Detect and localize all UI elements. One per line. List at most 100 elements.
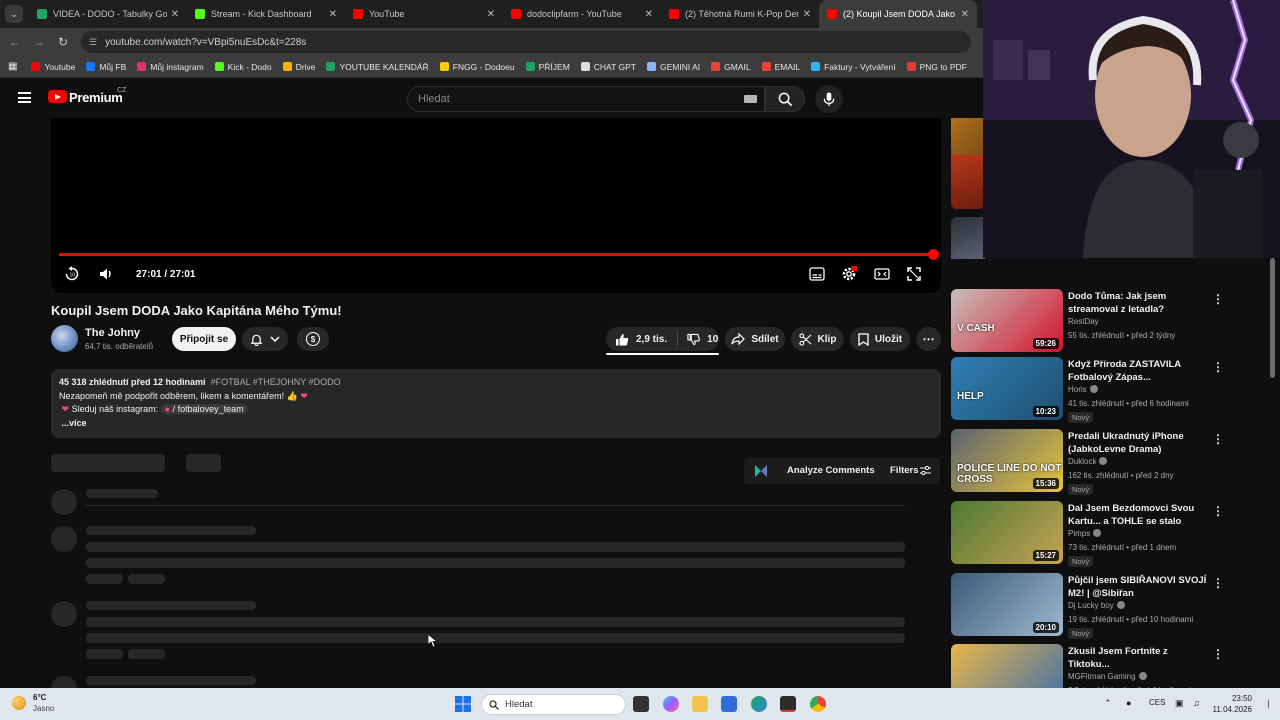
browser-tab[interactable]: VIDEA - DODO - Tabulky Googl ✕ (29, 0, 187, 28)
recommendation-channel[interactable]: MGFitman Gaming (1068, 672, 1147, 681)
address-bar[interactable]: ☰ youtube.com/watch?v=VBpi5nuEsDc&t=228s (81, 31, 971, 53)
channel-avatar[interactable] (51, 325, 78, 352)
recommendation-channel[interactable]: Pimps (1068, 529, 1102, 538)
tab-search-icon[interactable]: ⌄ (5, 5, 23, 23)
recommendation-thumbnail[interactable]: 15:27 (951, 501, 1063, 564)
bookmark-item[interactable]: Youtube (31, 62, 75, 72)
bookmark-item[interactable]: GEMINI AI (646, 62, 700, 72)
youtube-premium-wordmark[interactable]: Premium (69, 90, 123, 105)
task-view-icon[interactable] (633, 696, 649, 712)
microphone-tray-icon[interactable]: ● (1126, 698, 1131, 708)
browser-tab[interactable]: dodoclipfarm - YouTube ✕ (503, 0, 661, 28)
site-info-icon[interactable]: ☰ (89, 37, 97, 48)
show-desktop-button[interactable] (1268, 700, 1274, 708)
recommendation-thumbnail-partial[interactable] (951, 217, 985, 259)
reload-icon[interactable]: ↻ (51, 35, 75, 49)
recommendation-channel[interactable]: Duklock (1068, 457, 1108, 466)
taskbar-search[interactable]: Hledat (481, 694, 626, 715)
voice-search-button[interactable] (815, 85, 843, 113)
save-button[interactable]: Uložit (850, 327, 910, 351)
more-vertical-icon[interactable]: ⋮ (1212, 647, 1224, 661)
more-vertical-icon[interactable]: ⋮ (1212, 504, 1224, 518)
recommendation-thumbnail[interactable]: POLICE LINE DO NOT CROSS 15:36 (951, 429, 1063, 492)
volume-icon[interactable] (98, 266, 114, 282)
bookmark-item[interactable]: Faktury - Vytváření (811, 62, 896, 72)
system-clock[interactable]: 23:50 11.04.2026 (1212, 693, 1252, 715)
keyboard-icon[interactable] (744, 95, 757, 103)
subtitles-icon[interactable] (809, 267, 825, 281)
recommendation-thumbnail[interactable]: 20:10 (951, 573, 1063, 636)
recommendation-item[interactable]: HELP 10:23 Když Příroda ZASTAVILA Fotbalov… (950, 357, 1270, 425)
fullscreen-icon[interactable] (907, 267, 921, 281)
sidebar-scrollbar[interactable] (1270, 258, 1275, 378)
clip-button[interactable]: Klip (791, 327, 844, 351)
hashtags[interactable]: #FOTBAL #THEJOHNY #DODO (211, 377, 341, 387)
recommendation-channel[interactable]: Horis (1068, 385, 1098, 394)
video-player[interactable]: 10 27:01 / 27:01 (51, 118, 941, 293)
recommendation-thumbnail[interactable]: V CASH 59:26 (951, 289, 1063, 352)
analyze-comments-button[interactable]: Analyze Comments (787, 465, 875, 476)
windows-start-icon[interactable] (455, 696, 471, 712)
bookmark-item[interactable]: YOUTUBE KALENDÁŘ (326, 62, 429, 72)
description-box[interactable]: 45 318 zhlédnutí před 12 hodinami #FOTBA… (51, 369, 941, 438)
recommendation-channel[interactable]: RestDay (1068, 317, 1099, 326)
capcut-icon[interactable] (780, 696, 796, 712)
more-vertical-icon[interactable]: ⋮ (1212, 292, 1224, 306)
tab-close-icon[interactable]: ✕ (645, 9, 653, 20)
browser-tab[interactable]: (2) Těhotná Rumi K-Pop Demon ✕ (661, 0, 819, 28)
settings-gear-icon[interactable] (841, 266, 857, 282)
language-indicator[interactable]: CES (1149, 698, 1165, 707)
forward-icon[interactable]: → (27, 35, 51, 49)
tab-close-icon[interactable]: ✕ (487, 9, 495, 20)
bookmark-item[interactable]: Drive (282, 62, 315, 72)
channel-name[interactable]: The Johny (85, 327, 140, 339)
menu-icon[interactable] (18, 92, 31, 103)
recommendation-item[interactable]: POLICE LINE DO NOT CROSS 15:36 Predali Ukr… (950, 429, 1270, 497)
edge-browser-icon[interactable] (751, 696, 767, 712)
browser-tab[interactable]: YouTube ✕ (345, 0, 503, 28)
recommendation-item[interactable]: Zkusil Jsem Fortnite z Tiktoku... MGFitma… (950, 644, 1270, 688)
bookmark-item[interactable]: FNGG - Dodoeu (439, 62, 515, 72)
file-explorer-icon[interactable] (692, 696, 708, 712)
bookmark-item[interactable]: Můj FB (86, 62, 126, 72)
recommendation-item[interactable]: 15:27 Dal Jsem Bezdomovci Svou Kartu... a… (950, 501, 1270, 569)
recommendation-thumbnail[interactable] (951, 644, 1063, 688)
share-button[interactable]: Sdílet (725, 327, 785, 351)
tab-close-icon[interactable]: ✕ (171, 9, 179, 20)
search-button[interactable] (765, 86, 805, 112)
bookmark-item[interactable]: Můj instagram (137, 62, 204, 72)
replay-icon[interactable]: 10 (64, 266, 80, 282)
scrubber-handle[interactable] (928, 249, 939, 260)
browser-tab[interactable]: Stream - Kick Dashboard ✕ (187, 0, 345, 28)
bookmark-item[interactable]: PŘÍJEM (525, 62, 570, 72)
bookmark-item[interactable]: Kick - Dodo (214, 62, 272, 72)
network-icon[interactable]: ▣ (1175, 698, 1184, 709)
volume-tray-icon[interactable]: ♫ (1193, 698, 1200, 708)
youtube-logo-icon[interactable] (48, 90, 67, 103)
back-icon[interactable]: ← (3, 35, 27, 49)
bookmark-item[interactable]: CHAT GPT (580, 62, 636, 72)
bookmark-item[interactable]: EMAIL (761, 62, 800, 72)
tab-close-icon[interactable]: ✕ (961, 9, 969, 20)
browser-tab[interactable]: (2) Koupil Jsem DODA Jako Kap ✕ (819, 0, 977, 28)
join-button[interactable]: Připojit se (172, 327, 236, 351)
thanks-button[interactable]: $ (297, 327, 329, 351)
tray-chevron-icon[interactable]: ⌃ (1104, 698, 1112, 709)
chrome-icon[interactable] (810, 696, 826, 712)
instagram-link[interactable]: ● / fotbalovey_team (160, 404, 248, 415)
filters-sliders-icon[interactable] (920, 466, 931, 476)
tab-close-icon[interactable]: ✕ (803, 9, 811, 20)
like-button[interactable]: 2,9 tis. (606, 331, 679, 347)
filters-button[interactable]: Filters (890, 465, 919, 476)
show-more-link[interactable]: ...více (62, 418, 87, 428)
theater-mode-icon[interactable] (874, 267, 890, 281)
copilot-icon[interactable] (663, 696, 679, 712)
recommendation-thumbnail[interactable]: HELP 10:23 (951, 357, 1063, 420)
bookmark-item[interactable]: GMAIL (711, 62, 751, 72)
more-vertical-icon[interactable]: ⋮ (1212, 576, 1224, 590)
notification-bell-button[interactable] (242, 327, 288, 351)
recommendation-channel[interactable]: Dj Lucky boy (1068, 601, 1125, 610)
store-icon[interactable] (721, 696, 737, 712)
bookmark-item[interactable]: PNG to PDF (906, 62, 967, 72)
tab-close-icon[interactable]: ✕ (329, 9, 337, 20)
